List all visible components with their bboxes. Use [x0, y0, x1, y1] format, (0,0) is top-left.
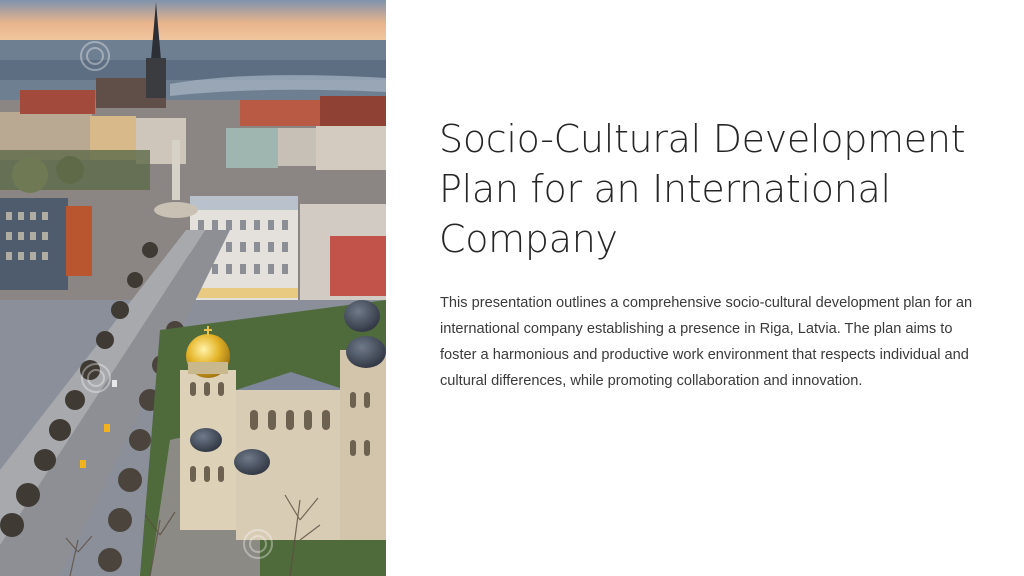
slide-description: This presentation outlines a comprehensi…: [440, 295, 973, 389]
riga-aerial-photo: [0, 0, 386, 576]
slide-title: Socio-Cultural Development Plan for an I…: [439, 117, 966, 261]
slide: Socio-Cultural Development Plan for an I…: [0, 0, 1024, 576]
